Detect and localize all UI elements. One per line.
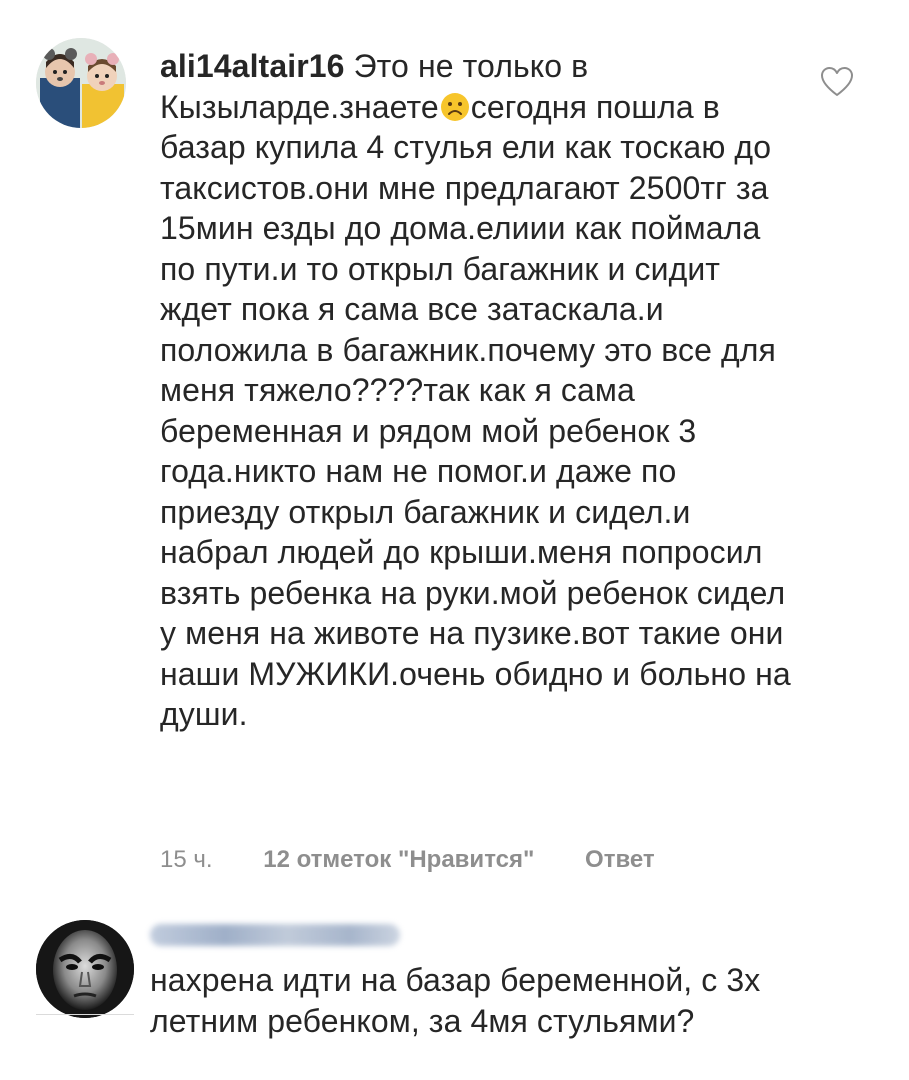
- heart-outline-icon[interactable]: [820, 66, 854, 98]
- comment-time: 15 ч.: [160, 846, 213, 873]
- comment-text: нахрена идти на базар беременной, с 3х л…: [150, 962, 761, 1039]
- comment-body: ali14altair16 Это не только в Кызыларде.…: [160, 46, 800, 735]
- avatar[interactable]: [36, 920, 134, 1018]
- frowning-face-icon: [440, 91, 470, 121]
- avatar-photo: [36, 38, 126, 128]
- comment-meta: 15 ч. 12 отметок "Нравится" Ответ: [160, 846, 655, 874]
- reply-button[interactable]: Ответ: [585, 846, 655, 874]
- comment-text-continued: сегодня пошла в базар купила 4 стулья ел…: [160, 88, 791, 733]
- likes-count-button[interactable]: 12 отметок "Нравится": [263, 846, 534, 874]
- avatar[interactable]: [36, 38, 126, 128]
- avatar-photo: [36, 920, 134, 1018]
- divider: [36, 1014, 134, 1015]
- comment-username[interactable]: ali14altair16: [160, 48, 345, 84]
- hidden-username: [150, 924, 400, 946]
